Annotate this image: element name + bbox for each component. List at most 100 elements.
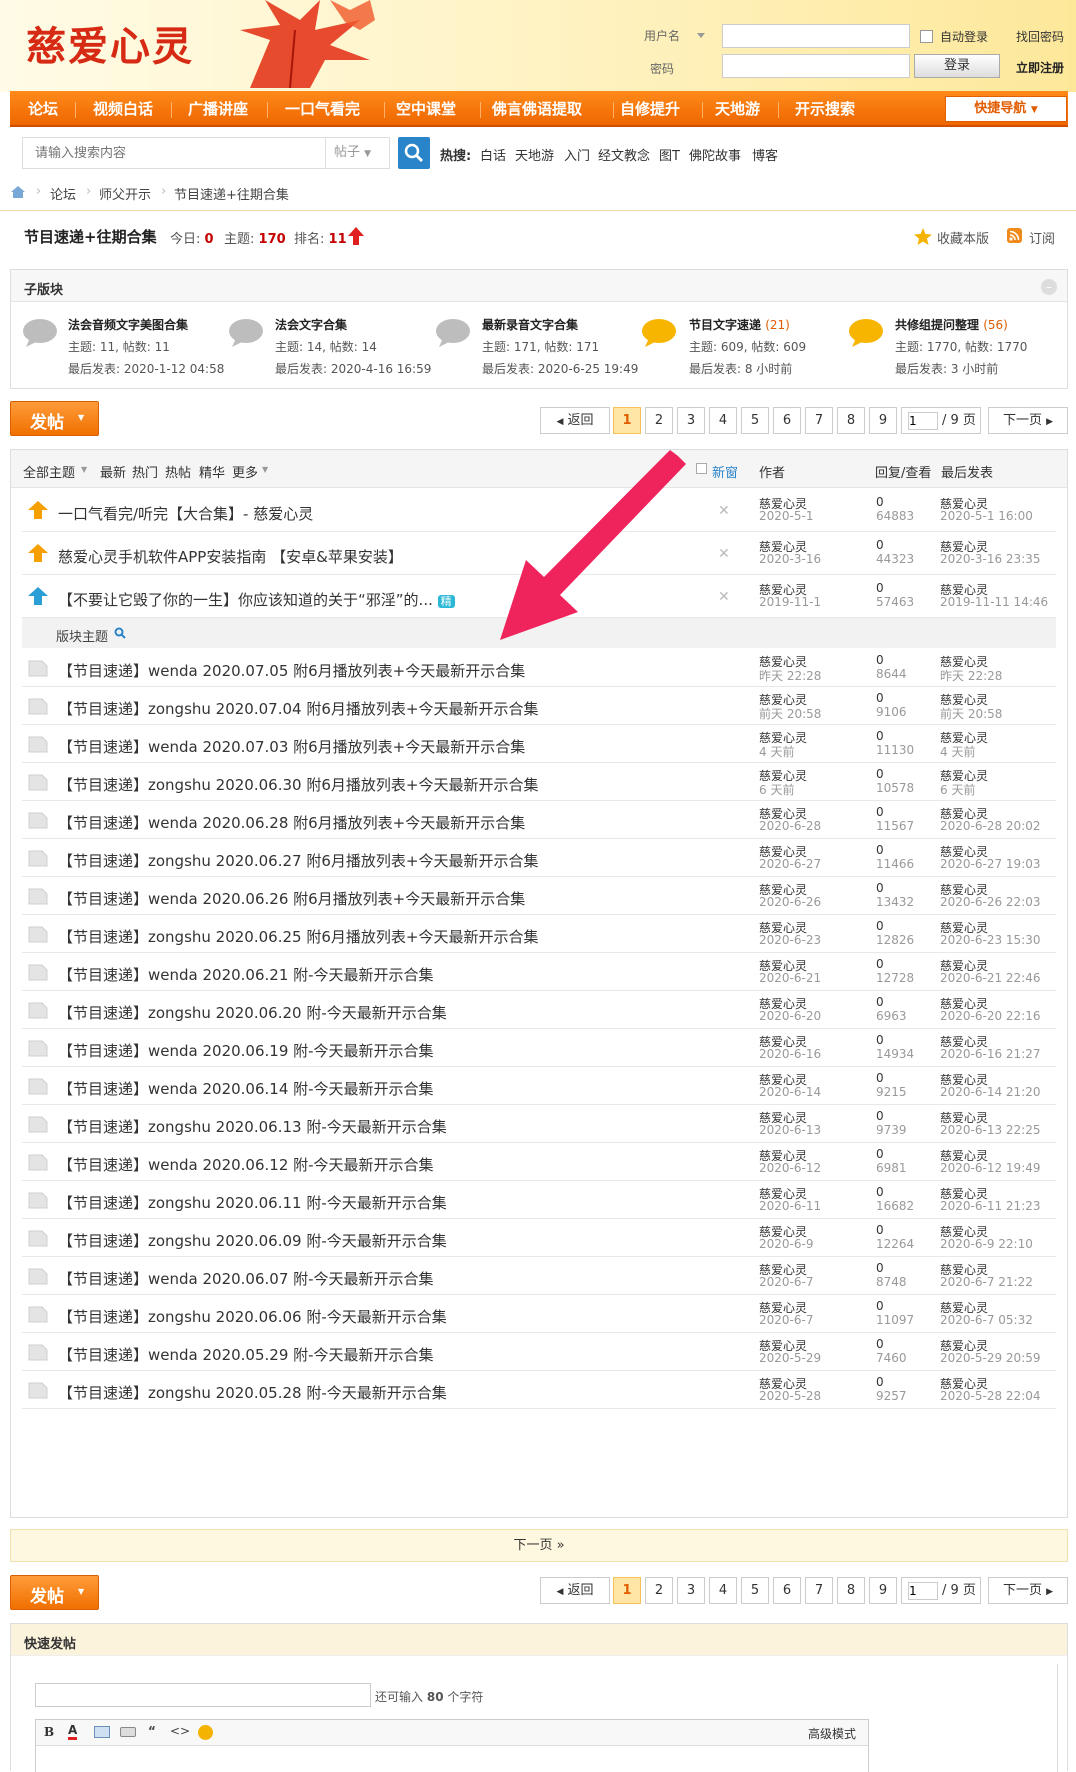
nav-item-quotes[interactable]: 佛言佛语提取: [492, 91, 582, 127]
search-input[interactable]: [23, 138, 325, 168]
filter-hot[interactable]: 热门: [132, 462, 158, 481]
new-post-button[interactable]: 发帖 ▼: [10, 1575, 99, 1610]
table-row[interactable]: 【节目速递】wenda 2020.06.14 附-今天最新开示合集 慈爱心灵 202…: [22, 1067, 1056, 1105]
bold-icon[interactable]: B: [44, 1725, 54, 1739]
search-button[interactable]: [398, 137, 430, 169]
last-post-date[interactable]: 2020-3-16 23:35: [940, 552, 1041, 566]
thread-title[interactable]: 【不要让它毁了你的一生】你应该知道的关于“邪淫”的... 精: [58, 589, 455, 610]
thread-title[interactable]: 【节目速递】wenda 2020.07.03 附6月播放列表+今天最新开示合集: [58, 736, 525, 757]
pager-page[interactable]: 5: [741, 1577, 769, 1604]
hot-search-link[interactable]: 博客: [752, 145, 778, 164]
table-row[interactable]: 【节目速递】wenda 2020.06.28 附6月播放列表+今天最新开示合集慈…: [22, 801, 1056, 839]
nav-item-broadcast[interactable]: 广播讲座: [188, 91, 248, 127]
pager-page[interactable]: 2: [645, 1577, 673, 1604]
thread-title[interactable]: 【节目速递】zongshu 2020.06.11 附-今天最新开示合集: [58, 1192, 447, 1213]
advanced-mode-link[interactable]: 高级模式: [808, 1725, 856, 1742]
thread-title[interactable]: 【节目速递】zongshu 2020.06.20 附-今天最新开示合集: [58, 1002, 447, 1023]
thread-title[interactable]: 一口气看完/听完【大合集】- 慈爱心灵: [58, 503, 313, 524]
thread-title[interactable]: 【节目速递】wenda 2020.06.07 附-今天最新开示合集: [58, 1268, 434, 1289]
search-type-select[interactable]: 帖子 ▼: [325, 138, 389, 168]
site-logo[interactable]: 慈爱心灵: [26, 14, 194, 72]
nav-item-video[interactable]: 视频白话: [93, 91, 153, 127]
pager-page[interactable]: 4: [709, 407, 737, 434]
thread-title[interactable]: 【节目速递】wenda 2020.06.14 附-今天最新开示合集: [58, 1078, 434, 1099]
pager-page[interactable]: 9: [869, 407, 897, 434]
hot-search-link[interactable]: 天地游: [515, 145, 554, 164]
thread-title-text[interactable]: 【不要让它毁了你的一生】你应该知道的关于“邪淫”的...: [58, 591, 433, 609]
thread-title[interactable]: 【节目速递】wenda 2020.06.21 附-今天最新开示合集: [58, 964, 434, 985]
login-button[interactable]: 登录: [914, 54, 1000, 78]
last-post-date[interactable]: 2020-6-7 21:22: [940, 1275, 1033, 1289]
table-row[interactable]: 【节目速递】wenda 2020.06.21 附-今天最新开示合集 慈爱心灵 202…: [22, 953, 1056, 991]
table-row[interactable]: 【节目速递】zongshu 2020.06.09 附-今天最新开示合集 慈爱心灵 2…: [22, 1219, 1056, 1257]
thread-title[interactable]: 【节目速递】wenda 2020.06.19 附-今天最新开示合集: [58, 1040, 434, 1061]
table-row[interactable]: 【节目速递】wenda 2020.06.07 附-今天最新开示合集 慈爱心灵 202…: [22, 1257, 1056, 1295]
next-page-bar[interactable]: 下一页 »: [10, 1529, 1068, 1562]
hot-search-link[interactable]: 白话: [480, 145, 506, 164]
table-row[interactable]: 【节目速递】zongshu 2020.07.04 附6月播放列表+今天最新开示合…: [22, 687, 1056, 725]
last-post-date[interactable]: 6 天前: [940, 781, 975, 798]
collapse-icon[interactable]: –: [1041, 279, 1057, 295]
post-subject-input[interactable]: [35, 1683, 371, 1707]
thread-title[interactable]: 【节目速递】zongshu 2020.07.04 附6月播放列表+今天最新开示合…: [58, 698, 538, 719]
thread-title[interactable]: 【节目速递】zongshu 2020.06.09 附-今天最新开示合集: [58, 1230, 447, 1251]
pager-back-button[interactable]: ◀ 返回: [540, 407, 610, 434]
pager-page[interactable]: 9: [869, 1577, 897, 1604]
subforum-item[interactable]: 共修组提问整理 (56) 主题: 1770, 帖数: 1770 最后发表: 3 …: [895, 316, 1076, 377]
pager-page[interactable]: 1: [613, 1577, 641, 1604]
hot-search-link[interactable]: 佛陀故事: [689, 145, 741, 164]
thread-title[interactable]: 【节目速递】zongshu 2020.05.28 附-今天最新开示合集: [58, 1382, 447, 1403]
page-jump-input[interactable]: [908, 1582, 938, 1600]
breadcrumb-master[interactable]: 师父开示: [99, 184, 151, 203]
pager-next-button[interactable]: 下一页 ▶: [988, 407, 1068, 434]
last-post-date[interactable]: 4 天前: [940, 743, 975, 760]
table-row[interactable]: 【节目速递】wenda 2020.06.19 附-今天最新开示合集 慈爱心灵 202…: [22, 1029, 1056, 1067]
last-post-date[interactable]: 2020-5-1 16:00: [940, 509, 1033, 523]
nav-item-one-go[interactable]: 一口气看完: [285, 91, 360, 127]
image-icon[interactable]: [94, 1726, 110, 1738]
font-color-icon[interactable]: A: [68, 1723, 78, 1740]
table-row[interactable]: 【节目速递】wenda 2020.05.29 附-今天最新开示合集 慈爱心灵 202…: [22, 1333, 1056, 1371]
breadcrumb-forum[interactable]: 论坛: [50, 184, 76, 203]
pager-page[interactable]: 4: [709, 1577, 737, 1604]
last-post-date[interactable]: 2020-6-28 20:02: [940, 819, 1041, 833]
table-row[interactable]: 【节目速递】zongshu 2020.06.06 附-今天最新开示合集 慈爱心灵 2…: [22, 1295, 1056, 1333]
subforum-item[interactable]: 法会文字合集 主题: 14, 帖数: 14 最后发表: 2020-4-16 16…: [275, 316, 475, 377]
table-row[interactable]: 【节目速递】wenda 2020.07.05 附6月播放列表+今天最新开示合集慈…: [22, 649, 1056, 687]
hot-search-link[interactable]: 图T: [659, 145, 680, 164]
table-row[interactable]: 【节目速递】zongshu 2020.06.11 附-今天最新开示合集 慈爱心灵 2…: [22, 1181, 1056, 1219]
thread-title[interactable]: 【节目速递】wenda 2020.06.12 附-今天最新开示合集: [58, 1154, 434, 1175]
password-input[interactable]: [722, 54, 910, 78]
subforum-name[interactable]: 最新录音文字合集: [482, 318, 578, 332]
breadcrumb-current[interactable]: 节目速递+往期合集: [174, 184, 289, 203]
thread-title[interactable]: 【节目速递】zongshu 2020.06.25 附6月播放列表+今天最新开示合…: [58, 926, 538, 947]
smiley-icon[interactable]: [198, 1725, 213, 1740]
code-icon[interactable]: <>: [170, 1724, 190, 1738]
last-post-date[interactable]: 2020-6-9 22:10: [940, 1237, 1033, 1251]
last-post-date[interactable]: 2020-6-12 19:49: [940, 1161, 1041, 1175]
table-row[interactable]: 【节目速递】zongshu 2020.06.25 附6月播放列表+今天最新开示合…: [22, 915, 1056, 953]
subforum-name[interactable]: 法会文字合集: [275, 318, 347, 332]
pager-page[interactable]: 8: [837, 407, 865, 434]
pager-page[interactable]: 8: [837, 1577, 865, 1604]
table-row[interactable]: 【节目速递】zongshu 2020.06.30 附6月播放列表+今天最新开示合…: [22, 763, 1056, 801]
pager-page[interactable]: 6: [773, 1577, 801, 1604]
nav-item-search-talks[interactable]: 开示搜索: [795, 91, 855, 127]
subforum-item[interactable]: 最新录音文字合集 主题: 171, 帖数: 171 最后发表: 2020-6-2…: [482, 316, 682, 377]
pager-page[interactable]: 1: [613, 407, 641, 434]
table-row[interactable]: 【节目速递】wenda 2020.07.03 附6月播放列表+今天最新开示合集慈…: [22, 725, 1056, 763]
last-post-date[interactable]: 2020-6-16 21:27: [940, 1047, 1041, 1061]
nav-item-forum[interactable]: 论坛: [28, 91, 58, 127]
subforum-name[interactable]: 共修组提问整理: [895, 318, 979, 332]
table-row[interactable]: 【节目速递】zongshu 2020.06.20 附-今天最新开示合集 慈爱心灵 2…: [22, 991, 1056, 1029]
subforum-item[interactable]: 法会音频文字美图合集 主题: 11, 帖数: 11 最后发表: 2020-1-1…: [68, 316, 268, 377]
username-input[interactable]: [722, 24, 910, 48]
last-post-date[interactable]: 2020-5-28 22:04: [940, 1389, 1041, 1403]
subscribe-link[interactable]: 订阅: [1029, 228, 1055, 247]
thread-title[interactable]: 【节目速递】zongshu 2020.06.06 附-今天最新开示合集: [58, 1306, 447, 1327]
last-post-date[interactable]: 2020-6-14 21:20: [940, 1085, 1041, 1099]
last-post-date[interactable]: 2020-6-23 15:30: [940, 933, 1041, 947]
hot-search-link[interactable]: 入门: [564, 145, 590, 164]
quote-icon[interactable]: “: [148, 1724, 156, 1738]
pager-back-button[interactable]: ◀ 返回: [540, 1577, 610, 1604]
